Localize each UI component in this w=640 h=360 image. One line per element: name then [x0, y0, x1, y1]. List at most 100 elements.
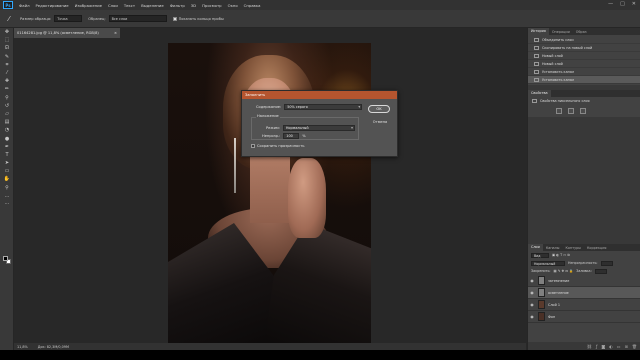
filter-icons[interactable]: ▣ ◐ T ▭ ⧉ [552, 253, 570, 257]
history-item[interactable]: Установить канал [528, 68, 640, 76]
menu-edit[interactable]: Редактирование [36, 3, 69, 8]
tab-layers[interactable]: Слои [528, 244, 543, 251]
menu-view[interactable]: Просмотр [202, 3, 222, 8]
photo-neck [250, 153, 290, 223]
menu-window[interactable]: Окно [228, 3, 238, 8]
tab-adjustments[interactable]: Коррекция [584, 246, 609, 250]
type-tool-icon[interactable]: T [0, 151, 14, 159]
history-item[interactable]: Новый слой [528, 60, 640, 68]
visibility-eye-icon[interactable]: ◉ [528, 278, 536, 283]
healing-tool-icon[interactable]: ✚ [0, 77, 14, 85]
eyedropper-tool-icon[interactable]: ⁄ [0, 69, 14, 77]
properties-row: Свойства пиксельного слоя [528, 97, 640, 105]
menu-3d[interactable]: 3D [191, 3, 196, 8]
link-layers-icon[interactable]: ⛓ [587, 344, 592, 349]
brush-tool-icon[interactable]: ✏ [0, 85, 14, 93]
preserve-transparency-checkbox[interactable] [251, 144, 255, 148]
tab-history[interactable]: История [528, 28, 549, 35]
maximize-button[interactable]: □ [620, 2, 625, 7]
mode-select[interactable]: Нормальный [282, 125, 355, 132]
menu-filter[interactable]: Фильтр [170, 3, 185, 8]
document-tab[interactable]: 01164281.jpg @ 11,8% (осветление, RGB/8)… [14, 28, 120, 38]
tab-paths[interactable]: Контуры [562, 246, 584, 250]
minimize-button[interactable]: — [608, 2, 613, 7]
eyedropper-icon[interactable]: ⁄ [4, 14, 14, 24]
quick-select-tool-icon[interactable]: ✎ [0, 53, 14, 61]
opacity-input[interactable]: 100 [283, 133, 300, 139]
fill-dialog: Заполнить Содержание: 50% серого Наложен… [241, 90, 398, 157]
group-icon[interactable]: ▭ [617, 344, 621, 349]
lasso-tool-icon[interactable]: ᘏ [0, 44, 14, 52]
align-icon[interactable] [568, 108, 574, 114]
blur-tool-icon[interactable]: ◔ [0, 126, 14, 134]
visibility-eye-icon[interactable]: ◉ [528, 302, 536, 307]
visibility-eye-icon[interactable]: ◉ [528, 290, 536, 295]
layers-footer: ⛓ ƒ ◙ ◐ ▭ ⊞ 🗑 [528, 342, 640, 350]
zoom-level[interactable]: 11,8% [17, 345, 28, 349]
sample-size-select[interactable]: Точка [54, 15, 83, 22]
transform-icon[interactable] [556, 108, 562, 114]
preserve-row[interactable]: Сохранить прозрачность [251, 144, 304, 148]
cancel-button[interactable]: Отмена [370, 118, 390, 125]
mask-icon[interactable]: ◙ [601, 344, 605, 349]
lock-icons[interactable]: ▦ ✎ ✥ ⊡ 🔒 [554, 269, 574, 273]
layer-row-active[interactable]: ◉ осветление [528, 287, 640, 299]
marquee-tool-icon[interactable]: ⬚ [0, 36, 14, 44]
menu-select[interactable]: Выделение [141, 3, 164, 8]
tab-properties[interactable]: Свойства [528, 90, 551, 97]
adjustment-icon[interactable]: ◐ [609, 344, 613, 349]
sample-select[interactable]: Все слои [108, 15, 167, 22]
content-select[interactable]: 50% серого [284, 104, 363, 111]
foreground-color[interactable] [3, 256, 8, 261]
layer-row[interactable]: ◉ затемнение [528, 275, 640, 287]
move-tool-icon[interactable]: ✥ [0, 28, 14, 36]
tab-channels[interactable]: Каналы [543, 246, 563, 250]
eraser-tool-icon[interactable]: ▱ [0, 110, 14, 118]
edit-toolbar-icon[interactable]: ⋯ [0, 200, 14, 208]
history-item[interactable]: Объединить слои [528, 36, 640, 44]
history-item-active[interactable]: Установить канал [528, 76, 640, 84]
tab-actions[interactable]: Операции [549, 30, 573, 34]
menu-help[interactable]: Справка [244, 3, 261, 8]
history-item[interactable]: Скопировать на новый слой [528, 44, 640, 52]
zoom-tool-icon[interactable]: ⚲ [0, 184, 14, 192]
more-tools-icon[interactable]: … [0, 192, 14, 200]
canvas-photo[interactable] [168, 43, 371, 345]
menu-file[interactable]: Файл [19, 3, 30, 8]
shape-tool-icon[interactable]: ▭ [0, 167, 14, 175]
hand-tool-icon[interactable]: ✋ [0, 175, 14, 183]
color-swatches[interactable] [3, 256, 11, 264]
visibility-eye-icon[interactable]: ◉ [528, 314, 536, 319]
fill-input[interactable] [594, 268, 607, 274]
crop-tool-icon[interactable]: ⌗ [0, 61, 14, 69]
layer-kind-select[interactable]: Вид [531, 252, 549, 258]
history-item[interactable]: Новый слой [528, 52, 640, 60]
layer-row[interactable]: ◉ Фон [528, 311, 640, 323]
ok-button[interactable]: OK [368, 105, 390, 113]
close-tab-icon[interactable]: × [114, 31, 117, 35]
menu-image[interactable]: Изображение [75, 3, 102, 8]
history-item-label: Новый слой [542, 61, 563, 66]
path-select-icon[interactable]: ➤ [0, 159, 14, 167]
dialog-title[interactable]: Заполнить [242, 91, 397, 99]
history-brush-icon[interactable]: ↺ [0, 102, 14, 110]
stamp-tool-icon[interactable]: ⚲ [0, 94, 14, 102]
layer-row[interactable]: ◉ Слой 1 [528, 299, 640, 311]
lock-row: Закрепить: ▦ ✎ ✥ ⊡ 🔒 Заливка: [528, 267, 640, 275]
close-window-button[interactable]: ✕ [632, 2, 636, 7]
menu-layers[interactable]: Слои [108, 3, 118, 8]
pen-tool-icon[interactable]: ✒ [0, 143, 14, 151]
trash-icon[interactable]: 🗑 [632, 344, 637, 349]
content-row: Содержание: 50% серого [256, 104, 363, 111]
layers-panel: Слои Каналы Контуры Коррекция Вид ▣ ◐ T … [528, 244, 640, 350]
new-layer-icon[interactable]: ⊞ [625, 344, 628, 349]
menu-type[interactable]: Текст [124, 3, 135, 8]
fx-icon[interactable]: ƒ [596, 344, 597, 349]
layer-opacity-input[interactable] [600, 260, 613, 266]
blend-mode-select[interactable]: Нормальный [531, 260, 565, 266]
show-ring-checkbox[interactable] [172, 16, 177, 21]
gradient-tool-icon[interactable]: ▤ [0, 118, 14, 126]
link-icon[interactable] [580, 108, 586, 114]
dodge-tool-icon[interactable]: ● [0, 134, 14, 142]
tab-snapshots[interactable]: Образ [573, 30, 590, 34]
